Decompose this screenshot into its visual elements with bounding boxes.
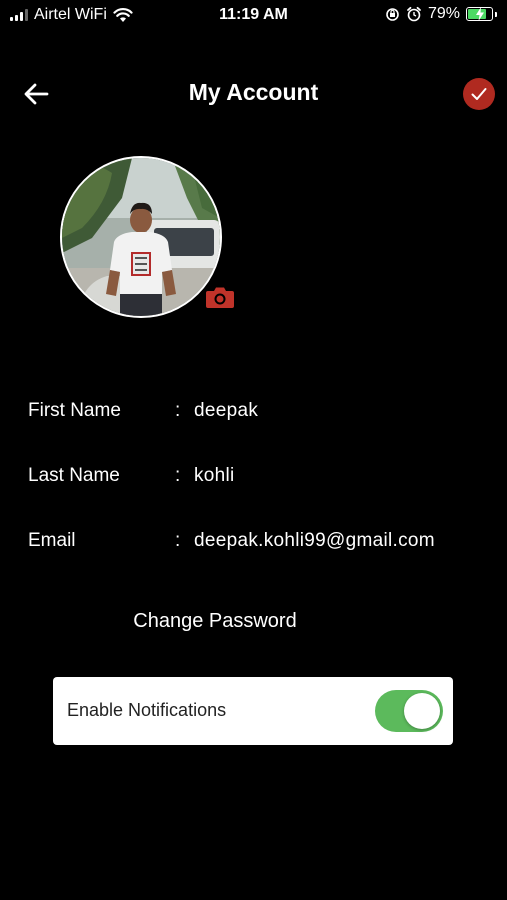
last-name-value[interactable]: kohli (194, 465, 235, 487)
status-right: 79% (385, 5, 497, 23)
orientation-lock-icon (386, 7, 399, 21)
last-name-colon: : (175, 465, 181, 486)
first-name-label: First Name (28, 400, 121, 421)
battery-cap (495, 11, 497, 17)
toggle-knob (404, 693, 440, 729)
battery-icon (466, 7, 493, 21)
profile-photo (62, 158, 220, 316)
notifications-card: Enable Notifications (53, 677, 453, 745)
profile-avatar[interactable] (60, 156, 222, 318)
save-button[interactable] (463, 78, 495, 110)
first-name-colon: : (175, 400, 181, 421)
change-password-button[interactable]: Change Password (0, 610, 430, 633)
email-value[interactable]: deepak.kohli99@gmail.com (194, 530, 435, 552)
alarm-icon (407, 6, 421, 22)
battery-percent: 79% (427, 5, 460, 22)
notifications-toggle[interactable] (375, 690, 443, 732)
camera-icon[interactable] (205, 285, 235, 309)
email-label: Email (28, 530, 76, 551)
email-row: Email : deepak.kohli99@gmail.com (28, 526, 435, 556)
last-name-label: Last Name (28, 465, 120, 486)
first-name-value[interactable]: deepak (194, 400, 258, 422)
bolt-icon (476, 7, 484, 21)
first-name-row: First Name : deepak (28, 396, 258, 426)
notifications-label: Enable Notifications (67, 700, 227, 720)
email-colon: : (175, 530, 181, 551)
checkmark-icon (471, 88, 487, 100)
page-title: My Account (188, 79, 319, 105)
status-bar: Airtel WiFi 11:19 AM 79% (0, 0, 507, 34)
last-name-row: Last Name : kohli (28, 461, 235, 491)
